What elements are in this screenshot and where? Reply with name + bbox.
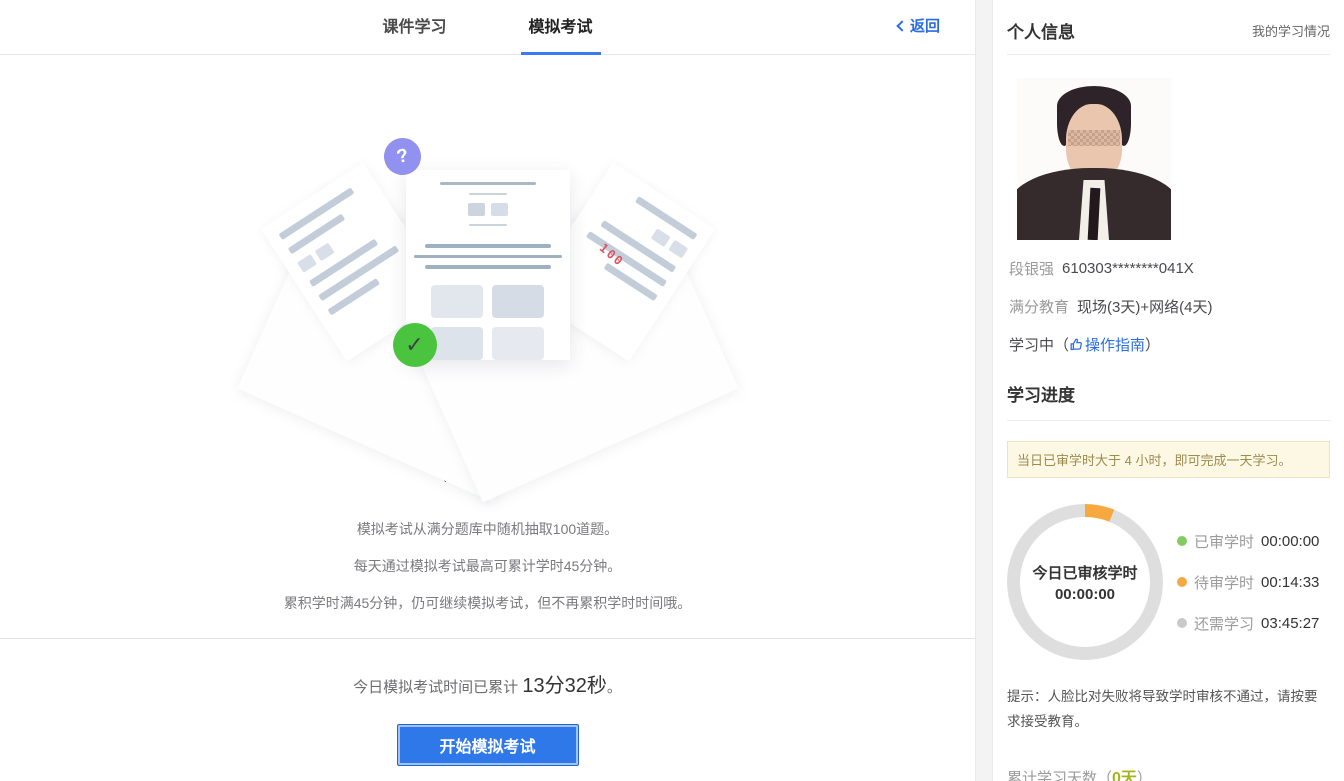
daily-hours-notice: 当日已审学时大于 4 小时，即可完成一天学习。	[1007, 441, 1330, 478]
donut-legend: 已审学时 00:00:00 待审学时 00:14:33 还需学习 03:45:2…	[1177, 531, 1319, 634]
progress-title: 学习进度	[1007, 381, 1330, 421]
start-button-row: 开始模拟考试	[0, 724, 975, 766]
total-days-suffix: ）	[1137, 770, 1152, 781]
orange-dot-icon	[1177, 577, 1187, 587]
main-header: 课件学习 模拟考试 返回	[0, 0, 975, 55]
donut-center-value: 00:00:00	[1055, 586, 1115, 603]
tab-bar: 课件学习 模拟考试	[0, 0, 975, 55]
back-button[interactable]: 返回	[898, 15, 940, 36]
chevron-left-icon	[896, 20, 907, 31]
personal-info-sidebar: 个人信息 我的学习情况 段银强 610303********041X 满分教育 …	[993, 0, 1344, 781]
timer-value: 13分32秒	[522, 675, 607, 697]
edu-label: 满分教育	[1009, 296, 1069, 317]
rule-line: 模拟考试从满分题库中随机抽取100道题。	[0, 511, 975, 548]
profile-info: 段银强 610303********041X 满分教育 现场(3天)+网络(4天…	[1009, 258, 1330, 355]
guide-link-label: 操作指南	[1085, 334, 1145, 355]
sidebar-header: 个人信息 我的学习情况	[1007, 0, 1330, 55]
check-badge-icon: ✓	[393, 323, 437, 367]
back-label: 返回	[910, 15, 940, 36]
thumb-up-icon	[1069, 337, 1084, 352]
legend-row-pending: 待审学时 00:14:33	[1177, 572, 1319, 593]
profile-photo	[1017, 78, 1171, 240]
rule-line: 累积学时满45分钟，仍可继续模拟考试，但不再累积学时时间哦。	[0, 585, 975, 622]
legend-row-remaining: 还需学习 03:45:27	[1177, 613, 1319, 634]
main-panel: 课件学习 模拟考试 返回	[0, 0, 975, 781]
green-dot-icon	[1177, 536, 1187, 546]
id-masked-value: 610303********041X	[1062, 260, 1194, 277]
donut-center-label: 今日已审核学时	[1032, 562, 1137, 583]
profile-status-row: 学习中 （ 操作指南 ）	[1009, 334, 1330, 355]
timer-prefix: 今日模拟考试时间已累计	[353, 679, 522, 696]
gray-dot-icon	[1177, 618, 1187, 628]
sidebar-title: 个人信息	[1007, 18, 1075, 43]
paren-close: ）	[1145, 334, 1160, 355]
total-study-days: 累计学习天数（0天）	[1007, 764, 1330, 781]
rules-list: 模拟考试从满分题库中随机抽取100道题。 每天通过模拟考试最高可累计学时45分钟…	[0, 511, 975, 622]
status-value: 学习中	[1009, 334, 1054, 355]
exam-illustration: ? ✓ 100	[298, 83, 678, 395]
app-root: 课件学习 模拟考试 返回	[0, 0, 1344, 781]
legend-row-approved: 已审学时 00:00:00	[1177, 531, 1319, 552]
tab-mock-exam[interactable]: 模拟考试	[521, 0, 601, 55]
progress-chart-area: 今日已审核学时 00:00:00 已审学时 00:00:00 待审学时 00:1…	[1007, 504, 1330, 660]
my-study-status-link[interactable]: 我的学习情况	[1252, 21, 1330, 40]
profile-name-row: 段银强 610303********041X	[1009, 258, 1330, 279]
face-check-tip: 提示：人脸比对失败将导致学时审核不通过，请按要求接受教育。	[1007, 684, 1330, 734]
tab-courseware[interactable]: 课件学习	[374, 0, 454, 55]
start-mock-exam-button[interactable]: 开始模拟考试	[397, 724, 579, 766]
total-days-value: 0天	[1112, 770, 1137, 781]
name-label: 段银强	[1009, 258, 1054, 279]
section-divider	[0, 638, 975, 639]
timer-suffix: 。	[607, 679, 622, 696]
edu-value: 现场(3天)+网络(4天)	[1077, 296, 1212, 317]
study-hours-donut-chart: 今日已审核学时 00:00:00	[1007, 504, 1163, 660]
panel-gap-divider	[975, 0, 993, 781]
today-exam-timer: 今日模拟考试时间已累计 13分32秒。	[0, 669, 975, 698]
profile-edu-row: 满分教育 现场(3天)+网络(4天)	[1009, 296, 1330, 317]
total-days-label: 累计学习天数（	[1007, 770, 1112, 781]
paren-open: （	[1054, 334, 1069, 355]
rule-line: 每天通过模拟考试最高可累计学时45分钟。	[0, 548, 975, 585]
operation-guide-link[interactable]: 操作指南	[1069, 334, 1145, 355]
